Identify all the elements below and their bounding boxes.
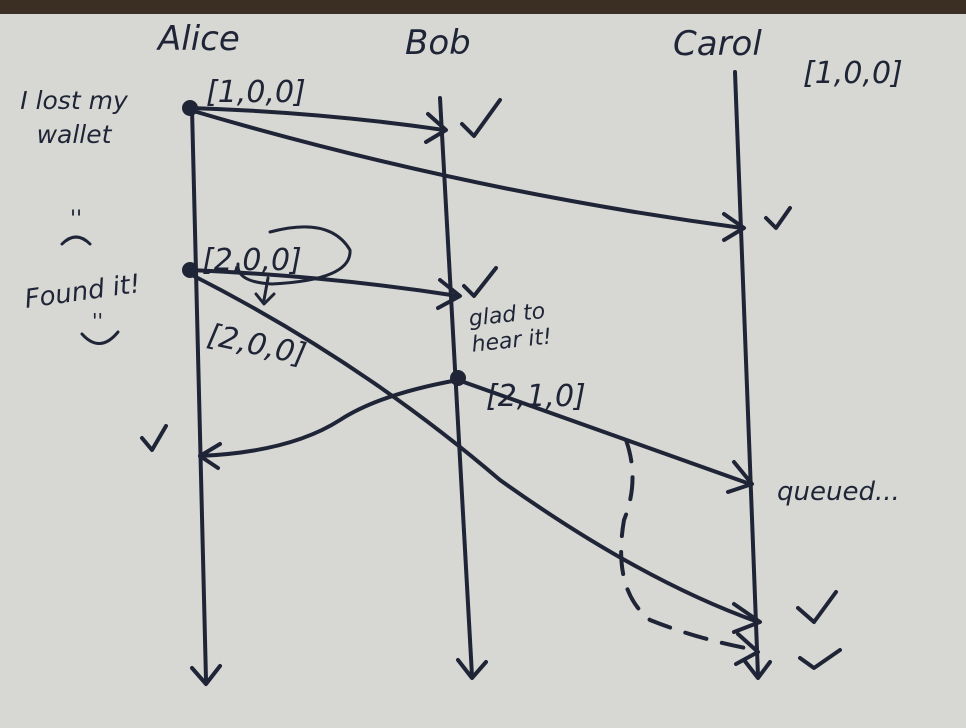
- photo-frame: Alice Bob Carol I lost my wallet '' Foun…: [0, 0, 966, 728]
- note-queued: queued...: [777, 477, 900, 507]
- participant-bob: Bob: [405, 23, 471, 63]
- note-lost-wallet-text: I lost my wallet: [20, 86, 128, 149]
- participant-carol: Carol: [673, 24, 762, 64]
- clock-alice-first: [1,0,0]: [206, 75, 306, 110]
- happy-face-eyes: '': [92, 309, 103, 333]
- sad-face-eyes: '': [70, 207, 82, 232]
- note-glad: glad to hear it!: [470, 300, 554, 358]
- note-glad-text: glad to hear it!: [470, 300, 554, 358]
- clock-carol-initial: [1,0,0]: [803, 56, 903, 91]
- participant-alice: Alice: [156, 19, 240, 59]
- frame-top: [0, 0, 966, 14]
- sequence-diagram: Alice Bob Carol I lost my wallet '' Foun…: [0, 0, 966, 728]
